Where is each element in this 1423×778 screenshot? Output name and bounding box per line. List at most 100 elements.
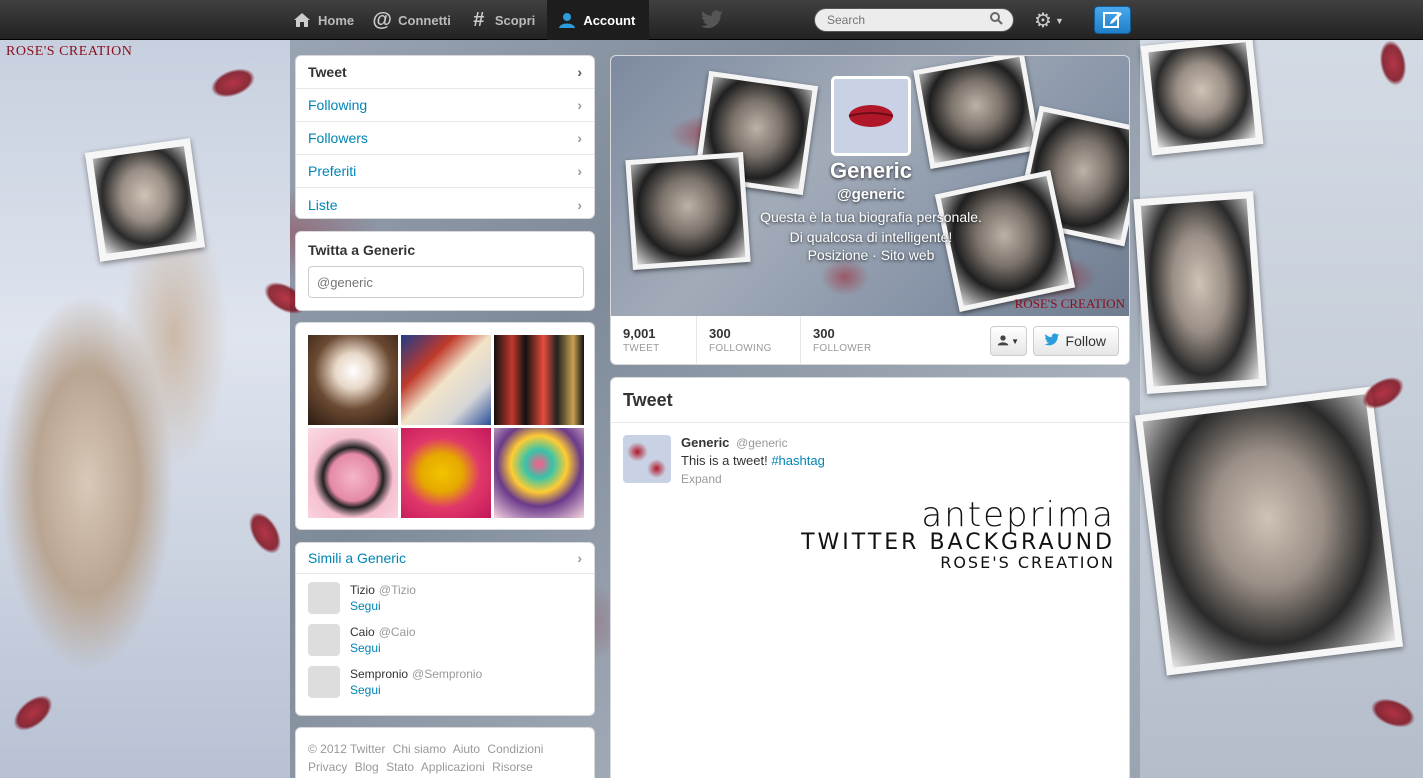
top-navigation-bar: Home @ Connetti # Scopri Account ⚙ ▼: [0, 0, 1423, 40]
nav-tweets-label: Tweet: [308, 64, 347, 80]
profile-banner: Generic @generic Questa è la tua biograf…: [611, 56, 1129, 316]
list-item: Caio @Caio Segui: [296, 616, 594, 658]
nav-label: Account: [583, 12, 636, 28]
nav-account[interactable]: Account: [547, 0, 650, 40]
search-icon[interactable]: [990, 12, 1003, 28]
caret-down-icon: ▼: [1054, 15, 1064, 26]
search-input[interactable]: [814, 8, 1014, 32]
profile-name: Generic: [830, 158, 912, 183]
media-grid: [308, 335, 584, 518]
nav-following-label: Following: [308, 97, 368, 113]
profile-actions: ▼ Follow: [989, 326, 1119, 356]
nav-favorites-label: Preferiti: [308, 163, 357, 179]
stat-value: 9,001: [623, 326, 656, 341]
background-watermark: ROSE'S CREATION: [6, 44, 133, 59]
footer-link[interactable]: Risorse: [492, 760, 533, 774]
chevron-right-icon: ›: [577, 97, 582, 113]
media-thumbnail[interactable]: [494, 335, 584, 425]
nav-label: Scopri: [494, 12, 536, 28]
similar-users-card: Simili a Generic › Tizio @Tizio Segui Cai…: [295, 542, 595, 716]
tweet-to-card: Twitta a Generic: [295, 231, 595, 311]
nav-favorites[interactable]: Preferiti ›: [296, 155, 594, 188]
nav-label: Connetti: [398, 12, 451, 28]
stat-tweets[interactable]: 9,001 TWEET: [611, 316, 697, 364]
nav-connect[interactable]: @ Connetti: [366, 0, 463, 40]
settings-menu[interactable]: ⚙ ▼: [1034, 8, 1064, 33]
preview-art-credit: ROSE'S CREATION: [940, 553, 1115, 572]
stat-label: FOLLOWER: [813, 343, 872, 354]
user-name[interactable]: Sempronio: [350, 667, 408, 681]
nav-tweets[interactable]: Tweet ›: [296, 56, 594, 89]
avatar[interactable]: [308, 582, 340, 614]
list-item: Tizio @Tizio Segui: [296, 574, 594, 616]
footer-copyright: © 2012 Twitter: [308, 742, 386, 756]
footer-link[interactable]: Applicazioni: [421, 760, 485, 774]
profile-location[interactable]: Posizione · Sito web: [611, 247, 1129, 263]
stat-following[interactable]: 300 FOLLOWING: [697, 316, 801, 364]
avatar[interactable]: [308, 624, 340, 656]
tweet-body: This is a tweet!: [681, 453, 768, 468]
nav-home[interactable]: Home: [286, 0, 366, 40]
chevron-right-icon: ›: [577, 163, 582, 179]
profile-avatar[interactable]: [831, 76, 911, 156]
footer-link[interactable]: Stato: [386, 760, 414, 774]
user-handle: @Caio: [378, 625, 416, 639]
nav-following[interactable]: Following ›: [296, 89, 594, 122]
similar-header[interactable]: Simili a Generic ›: [296, 543, 594, 574]
footer-card: © 2012 Twitter Chi siamo Aiuto Condizion…: [295, 727, 595, 778]
media-thumbnail[interactable]: [401, 428, 491, 518]
nav-lists-label: Liste: [308, 196, 338, 213]
nav-label: Home: [318, 12, 355, 28]
home-icon: [292, 10, 312, 30]
similar-title: Simili a Generic: [308, 550, 407, 566]
nav-followers[interactable]: Followers ›: [296, 122, 594, 155]
footer-link[interactable]: Aiuto: [453, 742, 480, 756]
user-actions-button[interactable]: ▼: [989, 326, 1027, 356]
follow-button[interactable]: Follow: [1032, 326, 1119, 356]
twitter-bird-icon[interactable]: [700, 9, 724, 31]
follow-link[interactable]: Segui: [350, 641, 416, 655]
chevron-right-icon: ›: [577, 64, 582, 80]
follow-link[interactable]: Segui: [350, 599, 416, 613]
nav-discover[interactable]: # Scopri: [463, 0, 547, 40]
tweet-to-input[interactable]: [308, 266, 584, 298]
tweet-text: This is a tweet! #hashtag: [681, 453, 825, 468]
stat-followers[interactable]: 300 FOLLOWER: [801, 316, 905, 364]
media-gallery-card: [295, 322, 595, 530]
footer-link[interactable]: Blog: [355, 760, 379, 774]
expand-link[interactable]: Expand: [681, 472, 825, 486]
media-thumbnail[interactable]: [308, 335, 398, 425]
follow-label: Follow: [1065, 333, 1106, 349]
preview-artwork: anteprima TWITTER BACKGRAUND ROSE'S CREA…: [801, 498, 1115, 572]
follow-link[interactable]: Segui: [350, 683, 482, 697]
media-thumbnail[interactable]: [494, 428, 584, 518]
chevron-right-icon: ›: [577, 196, 582, 213]
compose-tweet-button[interactable]: [1094, 6, 1131, 34]
media-thumbnail[interactable]: [401, 335, 491, 425]
tweet-timeline-card: Tweet Generic @generic This is a tweet! …: [610, 377, 1130, 778]
hashtag-link[interactable]: #hashtag: [771, 453, 825, 468]
tweet-item[interactable]: Generic @generic This is a tweet! #hasht…: [611, 423, 1129, 498]
user-name[interactable]: Tizio: [350, 583, 375, 597]
tweet-author-handle: @generic: [736, 436, 788, 450]
footer-link[interactable]: Condizioni: [487, 742, 543, 756]
global-nav: Home @ Connetti # Scopri Account: [286, 0, 650, 40]
media-thumbnail[interactable]: [308, 428, 398, 518]
footer-link[interactable]: Chi siamo: [393, 742, 446, 756]
profile-info: Generic @generic Questa è la tua biograf…: [611, 158, 1129, 263]
background-photo: [1140, 34, 1264, 156]
compose-icon: [1102, 10, 1123, 31]
user-name[interactable]: Caio: [350, 625, 375, 639]
profile-nav-card: Tweet › Following › Followers › Preferit…: [295, 55, 595, 219]
nav-lists[interactable]: Liste ›: [296, 188, 594, 221]
tweet-author-name[interactable]: Generic: [681, 435, 729, 450]
profile-bio: Questa è la tua biografia personale. Di …: [611, 207, 1129, 247]
user-handle: @Sempronio: [412, 667, 483, 681]
avatar[interactable]: [308, 666, 340, 698]
stat-value: 300: [813, 326, 835, 341]
chevron-right-icon: ›: [577, 550, 582, 566]
timeline-title: Tweet: [611, 378, 1129, 423]
footer-link[interactable]: Privacy: [308, 760, 347, 774]
profile-bio-line: Di qualcosa di intelligente!: [789, 229, 953, 245]
avatar[interactable]: [623, 435, 671, 483]
